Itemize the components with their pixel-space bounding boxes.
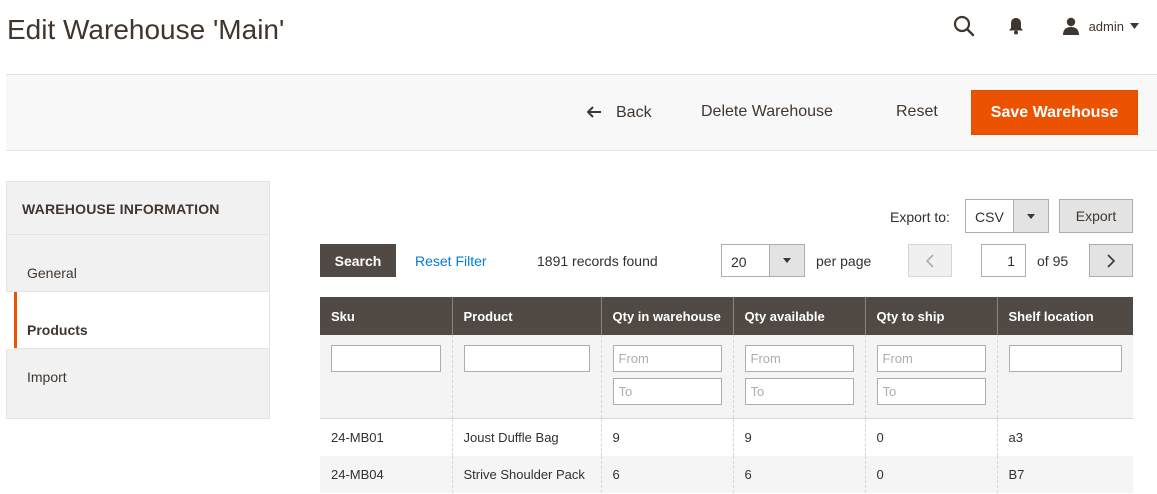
- cell-shelf-location: a3: [996, 417, 1133, 456]
- cell-qty-in-warehouse: 6: [600, 456, 733, 493]
- cell-sku: 24-MB01: [320, 417, 452, 456]
- user-name: admin: [1088, 18, 1124, 34]
- shelf-location-filter-input[interactable]: [1008, 345, 1122, 372]
- column-header-shelf-location[interactable]: Shelf location: [996, 297, 1133, 335]
- qty-in-warehouse-from-input[interactable]: [612, 345, 722, 372]
- sidebar-item-import[interactable]: Import: [6, 349, 270, 419]
- cell-qty-in-warehouse: 9: [600, 417, 733, 456]
- column-header-product[interactable]: Product: [451, 297, 601, 335]
- export-format-select[interactable]: CSV: [965, 199, 1049, 233]
- back-label: Back: [616, 104, 652, 121]
- chevron-right-icon: [1107, 253, 1115, 268]
- qty-to-ship-to-input[interactable]: [876, 378, 986, 405]
- sidebar-item-general[interactable]: General: [6, 235, 270, 292]
- filter-cell-shelf-location: [996, 335, 1133, 418]
- grid-filter-row: [320, 335, 1133, 418]
- previous-page-button[interactable]: [908, 244, 952, 277]
- export-button[interactable]: Export: [1059, 199, 1133, 233]
- reset-button[interactable]: Reset: [896, 103, 938, 121]
- chevron-left-icon: [926, 253, 934, 268]
- per-page-label: per page: [816, 253, 872, 269]
- per-page-select[interactable]: 20: [721, 244, 805, 277]
- delete-warehouse-button[interactable]: Delete Warehouse: [701, 103, 833, 121]
- next-page-button[interactable]: [1089, 244, 1133, 277]
- filter-cell-qty-available: [732, 335, 865, 418]
- sidebar-title: WAREHOUSE INFORMATION: [6, 181, 270, 235]
- qty-to-ship-from-input[interactable]: [876, 345, 986, 372]
- chevron-down-icon: [1130, 23, 1139, 29]
- chevron-down-icon: [1013, 200, 1048, 232]
- records-found: 1891 records found: [537, 253, 658, 269]
- user-menu[interactable]: admin: [1062, 17, 1139, 35]
- chevron-down-icon: [769, 245, 804, 276]
- cell-qty-to-ship: 0: [864, 456, 997, 493]
- cell-qty-available: 9: [732, 417, 865, 456]
- column-header-sku[interactable]: Sku: [320, 297, 452, 335]
- cell-product: Joust Duffle Bag: [451, 417, 601, 456]
- reset-filter-link[interactable]: Reset Filter: [415, 253, 487, 269]
- cell-qty-available: 6: [732, 456, 865, 493]
- export-label: Export to:: [890, 209, 950, 225]
- bell-icon[interactable]: [1000, 10, 1032, 42]
- save-warehouse-button[interactable]: Save Warehouse: [971, 90, 1138, 135]
- qty-available-to-input[interactable]: [744, 378, 854, 405]
- sidebar-item-products[interactable]: Products: [14, 292, 270, 349]
- table-row[interactable]: 24-MB01 Joust Duffle Bag 9 9 0 a3: [320, 417, 1133, 456]
- filter-cell-qty-in-warehouse: [600, 335, 733, 418]
- filter-cell-qty-to-ship: [864, 335, 997, 418]
- page-actions-bar: Back Delete Warehouse Reset Save Warehou…: [6, 74, 1157, 151]
- search-button[interactable]: Search: [320, 244, 396, 277]
- cell-qty-to-ship: 0: [864, 417, 997, 456]
- search-icon[interactable]: [948, 10, 980, 42]
- current-page-input[interactable]: [981, 244, 1026, 277]
- user-icon: [1062, 17, 1080, 35]
- column-header-qty-to-ship[interactable]: Qty to ship: [864, 297, 997, 335]
- arrow-left-icon: [586, 103, 602, 123]
- sku-filter-input[interactable]: [331, 345, 441, 372]
- qty-in-warehouse-to-input[interactable]: [612, 378, 722, 405]
- qty-available-from-input[interactable]: [744, 345, 854, 372]
- sidebar: WAREHOUSE INFORMATION General Products I…: [6, 181, 270, 419]
- product-filter-input[interactable]: [463, 345, 590, 372]
- table-row[interactable]: 24-MB04 Strive Shoulder Pack 6 6 0 B7: [320, 456, 1133, 493]
- filter-cell-sku: [320, 335, 452, 418]
- page-title: Edit Warehouse 'Main': [7, 14, 285, 45]
- grid-header-row: Sku Product Qty in warehouse Qty availab…: [320, 297, 1133, 335]
- total-pages: of 95: [1037, 253, 1069, 269]
- export-format-value: CSV: [975, 209, 1004, 225]
- column-header-qty-available[interactable]: Qty available: [732, 297, 865, 335]
- back-button[interactable]: Back: [586, 103, 652, 123]
- filter-cell-product: [451, 335, 601, 418]
- products-grid: Sku Product Qty in warehouse Qty availab…: [320, 297, 1133, 493]
- cell-sku: 24-MB04: [320, 456, 452, 493]
- per-page-value: 20: [731, 254, 747, 270]
- header-actions: admin: [948, 10, 1139, 42]
- column-header-qty-in-warehouse[interactable]: Qty in warehouse: [600, 297, 733, 335]
- cell-product: Strive Shoulder Pack: [451, 456, 601, 493]
- cell-shelf-location: B7: [996, 456, 1133, 493]
